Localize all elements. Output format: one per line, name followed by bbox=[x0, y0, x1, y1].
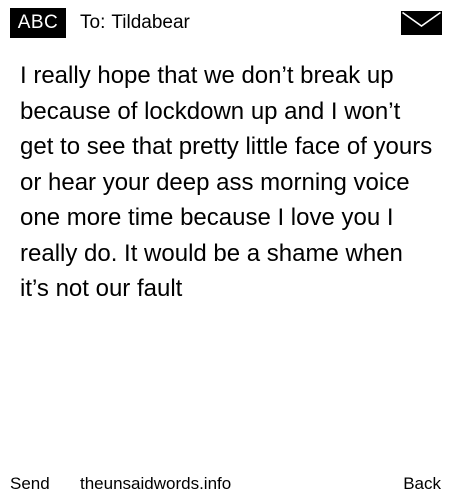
softkey-bar: Send theunsaidwords.info Back bbox=[10, 472, 442, 496]
input-mode-badge[interactable]: ABC bbox=[10, 8, 66, 38]
send-button[interactable]: Send bbox=[10, 472, 50, 496]
site-link[interactable]: theunsaidwords.info bbox=[80, 472, 231, 496]
recipient-name: Tildabear bbox=[111, 12, 190, 33]
back-button[interactable]: Back bbox=[403, 472, 441, 496]
envelope-icon bbox=[401, 11, 442, 35]
message-body: I really hope that we don’t break up bec… bbox=[20, 62, 433, 302]
recipient-label: To: bbox=[80, 12, 106, 33]
message-header: ABC To: Tildabear bbox=[10, 8, 442, 38]
recipient-field[interactable]: To: Tildabear bbox=[80, 8, 190, 38]
